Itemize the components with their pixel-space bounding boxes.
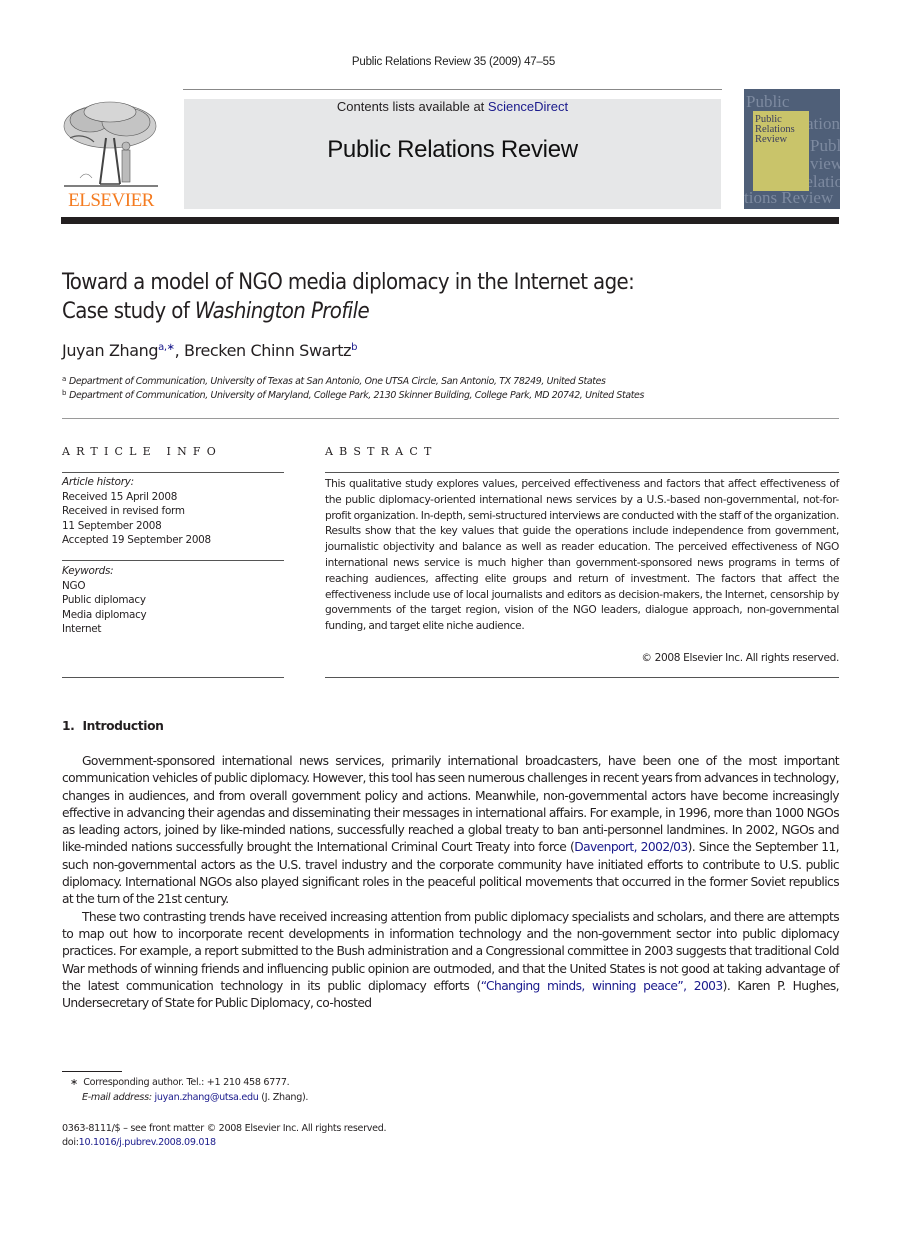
abstract-copyright: © 2008 Elsevier Inc. All rights reserved… bbox=[641, 652, 839, 664]
doi-note: doi:10.1016/j.pubrev.2008.09.018 bbox=[62, 1137, 216, 1148]
keywords-rule bbox=[62, 560, 284, 561]
contents-prefix: Contents lists available at bbox=[336, 99, 488, 114]
front-matter-note: 0363-8111/$ – see front matter © 2008 El… bbox=[62, 1123, 387, 1134]
keywords-label: Keywords: bbox=[62, 565, 114, 577]
email-link[interactable]: juyan.zhang@utsa.edu bbox=[155, 1092, 259, 1103]
affiliation-text: Department of Communication, University … bbox=[68, 376, 606, 387]
contents-availability: Contents lists available at ScienceDirec… bbox=[184, 99, 721, 114]
footnote-mark: ∗ bbox=[70, 1077, 78, 1088]
cover-bg-word: Public bbox=[746, 92, 790, 111]
article-title: Toward a model of NGO media diplomacy in… bbox=[62, 268, 842, 326]
paragraph: Government-sponsored international news … bbox=[62, 753, 840, 909]
footnote-rule bbox=[62, 1071, 122, 1072]
cover-title: Public Relations Review bbox=[755, 114, 809, 145]
running-head: Public Relations Review 35 (2009) 47–55 bbox=[351, 56, 556, 68]
sciencedirect-link[interactable]: ScienceDirect bbox=[488, 99, 568, 114]
journal-cover-thumbnail[interactable]: Public ations Publi view Relatio tions R… bbox=[744, 89, 840, 209]
email-suffix: (J. Zhang). bbox=[258, 1092, 309, 1103]
doi-link[interactable]: 10.1016/j.pubrev.2008.09.018 bbox=[79, 1137, 216, 1148]
citation-link[interactable]: “Changing minds, winning peace”, 2003 bbox=[481, 979, 724, 993]
citation-link[interactable]: Davenport, 2002/03 bbox=[574, 840, 688, 854]
article-history: Article history: Received 15 April 2008 … bbox=[62, 475, 284, 548]
paragraph: These two contrasting trends have receiv… bbox=[62, 909, 840, 1013]
author-separator: , bbox=[174, 341, 185, 360]
section-title: Introduction bbox=[82, 719, 164, 733]
email-note: E-mail address: juyan.zhang@utsa.edu (J.… bbox=[82, 1092, 308, 1103]
doi-label: doi: bbox=[62, 1137, 79, 1148]
keyword: NGO bbox=[62, 579, 86, 592]
article-info-heading: ARTICLE INFO bbox=[62, 445, 222, 458]
cover-bg-word: tions Review bbox=[744, 188, 834, 207]
history-entry: 11 September 2008 bbox=[62, 519, 162, 532]
author-name[interactable]: Juyan Zhang bbox=[62, 341, 159, 360]
section-heading-introduction: 1. Introduction bbox=[62, 719, 164, 733]
affiliation-mark: b bbox=[62, 389, 67, 397]
abstract-heading: ABSTRACT bbox=[325, 445, 438, 458]
title-italic: Washington Profile bbox=[194, 299, 370, 324]
article-info-bottom-rule bbox=[62, 677, 284, 678]
author-name[interactable]: Brecken Chinn Swartz bbox=[184, 341, 351, 360]
masthead-rule bbox=[61, 217, 839, 224]
title-line-2: Case study of Washington Profile bbox=[62, 297, 842, 326]
top-rule bbox=[183, 89, 722, 90]
author-list: Juyan Zhanga,∗, Brecken Chinn Swartzb bbox=[62, 341, 842, 360]
keyword: Media diplomacy bbox=[62, 608, 147, 621]
affiliation-text: Department of Communication, University … bbox=[69, 390, 645, 401]
abstract-text: This qualitative study explores values, … bbox=[325, 478, 839, 633]
section-number: 1. bbox=[62, 719, 75, 733]
article-history-label: Article history: bbox=[62, 476, 134, 488]
article-info-rule bbox=[62, 472, 284, 473]
header-divider bbox=[62, 418, 839, 419]
email-label: E-mail address: bbox=[82, 1092, 152, 1103]
affiliation: b Department of Communication, University… bbox=[62, 389, 842, 401]
author-affiliation-marks[interactable]: a,∗ bbox=[158, 342, 175, 353]
cover-bg-word: Publi bbox=[810, 136, 840, 155]
affiliation-mark: a bbox=[62, 375, 66, 383]
history-entry: Received in revised form bbox=[62, 505, 185, 517]
title-prefix: Case study of bbox=[62, 299, 195, 324]
elsevier-logo-text: ELSEVIER bbox=[68, 190, 154, 211]
journal-name[interactable]: Public Relations Review bbox=[184, 136, 721, 164]
cover-title-line: Review bbox=[755, 134, 788, 145]
keyword: Public diplomacy bbox=[62, 594, 146, 606]
keyword: Internet bbox=[62, 623, 102, 635]
abstract-bottom-rule bbox=[325, 677, 839, 678]
history-entry: Received 15 April 2008 bbox=[62, 490, 178, 503]
title-line-1: Toward a model of NGO media diplomacy in… bbox=[62, 270, 635, 295]
affiliation: a Department of Communication, University… bbox=[62, 375, 842, 387]
author-affiliation-marks[interactable]: b bbox=[351, 342, 357, 353]
cover-bg-word: ations bbox=[806, 114, 840, 133]
history-entry: Accepted 19 September 2008 bbox=[62, 534, 211, 546]
abstract-rule bbox=[325, 472, 839, 473]
cover-bg-word: view bbox=[810, 154, 840, 173]
keywords: Keywords: NGO Public diplomacy Media dip… bbox=[62, 564, 284, 637]
introduction-body: Government-sponsored international news … bbox=[62, 753, 840, 1013]
corresponding-author-note: ∗ Corresponding author. Tel.: +1 210 458… bbox=[70, 1077, 290, 1088]
corresponding-author-text: Corresponding author. Tel.: +1 210 458 6… bbox=[83, 1077, 290, 1088]
